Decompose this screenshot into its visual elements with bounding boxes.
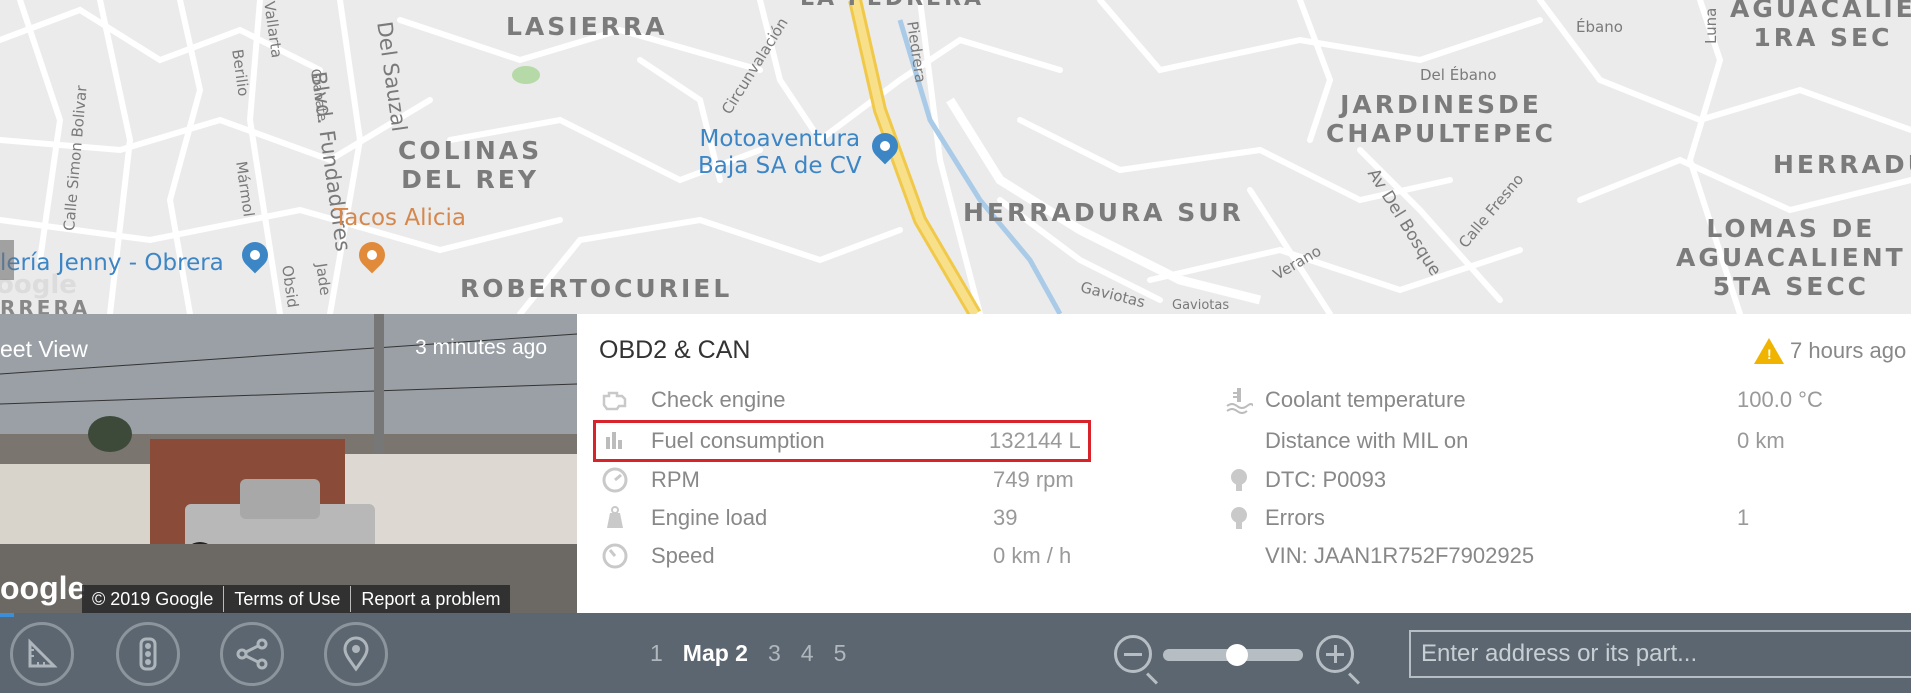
street-view-title: eet View xyxy=(0,336,88,362)
location-pin-icon xyxy=(343,636,369,672)
fuel-consumption-highlight xyxy=(593,420,1091,462)
map-area-label: COLINAS DEL REY xyxy=(398,136,543,194)
obd-row-errors: Errors 1 xyxy=(1197,500,1897,536)
bulb-icon xyxy=(1231,507,1247,529)
bottom-toolbar: 1 Map 2 3 4 5 xyxy=(0,613,1911,693)
street-label: Del Ébano xyxy=(1420,66,1497,84)
obd-label: RPM xyxy=(651,467,700,492)
obd-value: 0 km / h xyxy=(993,543,1072,568)
google-logo: oogle xyxy=(0,570,86,606)
obd-label: Check engine xyxy=(651,387,786,412)
report-problem-link[interactable]: Report a problem xyxy=(351,586,510,612)
obd-label: Errors xyxy=(1265,505,1325,530)
traffic-button[interactable] xyxy=(116,622,180,686)
zoom-slider-handle[interactable] xyxy=(1225,644,1248,666)
map-area-label: JARDINESDE CHAPULTEPEC xyxy=(1326,90,1556,148)
obd-label: Distance with MIL on xyxy=(1265,428,1469,453)
obd-label: VIN: JAAN1R752F7902925 xyxy=(1265,543,1535,568)
obd-row-check-engine: Check engine xyxy=(577,382,1097,418)
location-button[interactable] xyxy=(324,622,388,686)
map-pages: 1 Map 2 3 4 5 xyxy=(650,613,866,693)
check-engine-icon xyxy=(602,391,627,411)
map-area-label: AGUACALIE 1RA SEC xyxy=(1730,0,1911,52)
zoom-slider[interactable] xyxy=(1163,644,1303,666)
street-view-footer: © 2019 Google Terms of Use Report a prob… xyxy=(82,585,511,613)
obd-row-vin: VIN: JAAN1R752F7902925 xyxy=(1197,538,1897,574)
map-side-handle[interactable] xyxy=(0,240,14,280)
obd-row-coolant: Coolant temperature 100.0 °C xyxy=(1197,382,1897,418)
obd-value: 0 km xyxy=(1737,428,1785,453)
page-tab-map-2[interactable]: Map 2 xyxy=(683,640,748,667)
coolant-icon xyxy=(1226,388,1253,414)
street-label: Gaviotas xyxy=(1172,298,1230,313)
obd-label: Engine load xyxy=(651,505,768,530)
street-view-panel[interactable]: eet View 3 minutes ago oogle © 2019 Goog… xyxy=(0,314,577,613)
obd-row-speed: Speed 0 km / h xyxy=(577,538,1097,574)
obd-value: 1 xyxy=(1737,505,1750,530)
page-tab-5[interactable]: 5 xyxy=(834,640,847,667)
map-area-label: HERRADU xyxy=(1773,150,1911,179)
page-tab-1[interactable]: 1 xyxy=(650,640,663,667)
traffic-light-icon xyxy=(139,637,157,671)
poi-label-motoaventura[interactable]: Motoaventura Baja SA de CV xyxy=(698,126,862,180)
poi-label-tacos[interactable]: Tacos Alicia xyxy=(334,205,466,231)
terms-link[interactable]: Terms of Use xyxy=(224,586,352,612)
street-view-timestamp: 3 minutes ago xyxy=(415,336,547,359)
obd-value: 100.0 °C xyxy=(1737,387,1823,412)
obd-value: 39 xyxy=(993,505,1018,530)
map-area-label: LASIERRA xyxy=(506,12,668,41)
weight-icon xyxy=(607,506,623,528)
street-label: Luna xyxy=(1702,7,1720,44)
ruler-icon xyxy=(28,638,58,668)
obd-row-engine-load: Engine load 39 xyxy=(577,500,1097,536)
speedometer-icon xyxy=(602,543,628,569)
address-search-input[interactable] xyxy=(1409,630,1911,678)
map-area-label: LOMAS DE AGUACALIENT 5TA SECC xyxy=(1676,214,1906,301)
zoom-out-icon[interactable] xyxy=(1114,635,1159,685)
page-tab-4[interactable]: 4 xyxy=(801,640,814,667)
obd-updated-status: ! 7 hours ago xyxy=(1754,338,1906,364)
warning-icon: ! xyxy=(1754,338,1784,364)
map-view[interactable]: LASIERRA LA PEDRERA COLINASDEL REY JARDI… xyxy=(0,0,1911,314)
obd-row-dtc: DTC: P0093 xyxy=(1197,462,1897,498)
bulb-icon xyxy=(1231,469,1247,491)
share-icon xyxy=(236,638,268,670)
obd-panel-title: OBD2 & CAN xyxy=(599,336,751,364)
obd-label: DTC: P0093 xyxy=(1265,467,1387,492)
ruler-button[interactable] xyxy=(10,622,74,686)
gauge-icon xyxy=(602,467,628,493)
obd-row-distance-mil: Distance with MIL on 0 km xyxy=(1197,423,1897,459)
zoom-in-icon[interactable] xyxy=(1316,635,1361,685)
obd-updated-time: 7 hours ago xyxy=(1790,338,1907,363)
obd-label: Speed xyxy=(651,543,715,568)
copyright-text: © 2019 Google xyxy=(82,586,225,612)
obd-row-rpm: RPM 749 rpm xyxy=(577,462,1097,498)
share-button[interactable] xyxy=(220,622,284,686)
page-tab-3[interactable]: 3 xyxy=(768,640,781,667)
map-area-label: HERRADURA SUR xyxy=(963,198,1244,227)
progress-indicator xyxy=(0,613,14,617)
obd-value: 749 rpm xyxy=(993,467,1074,492)
obd-panel: OBD2 & CAN ! 7 hours ago Check engine Fu… xyxy=(577,314,1911,613)
street-label: Ébano xyxy=(1576,18,1623,36)
obd-label: Coolant temperature xyxy=(1265,387,1466,412)
map-area-label: LA PEDRERA xyxy=(800,0,984,13)
map-area-label: ROBERTOCURIEL xyxy=(460,274,733,303)
